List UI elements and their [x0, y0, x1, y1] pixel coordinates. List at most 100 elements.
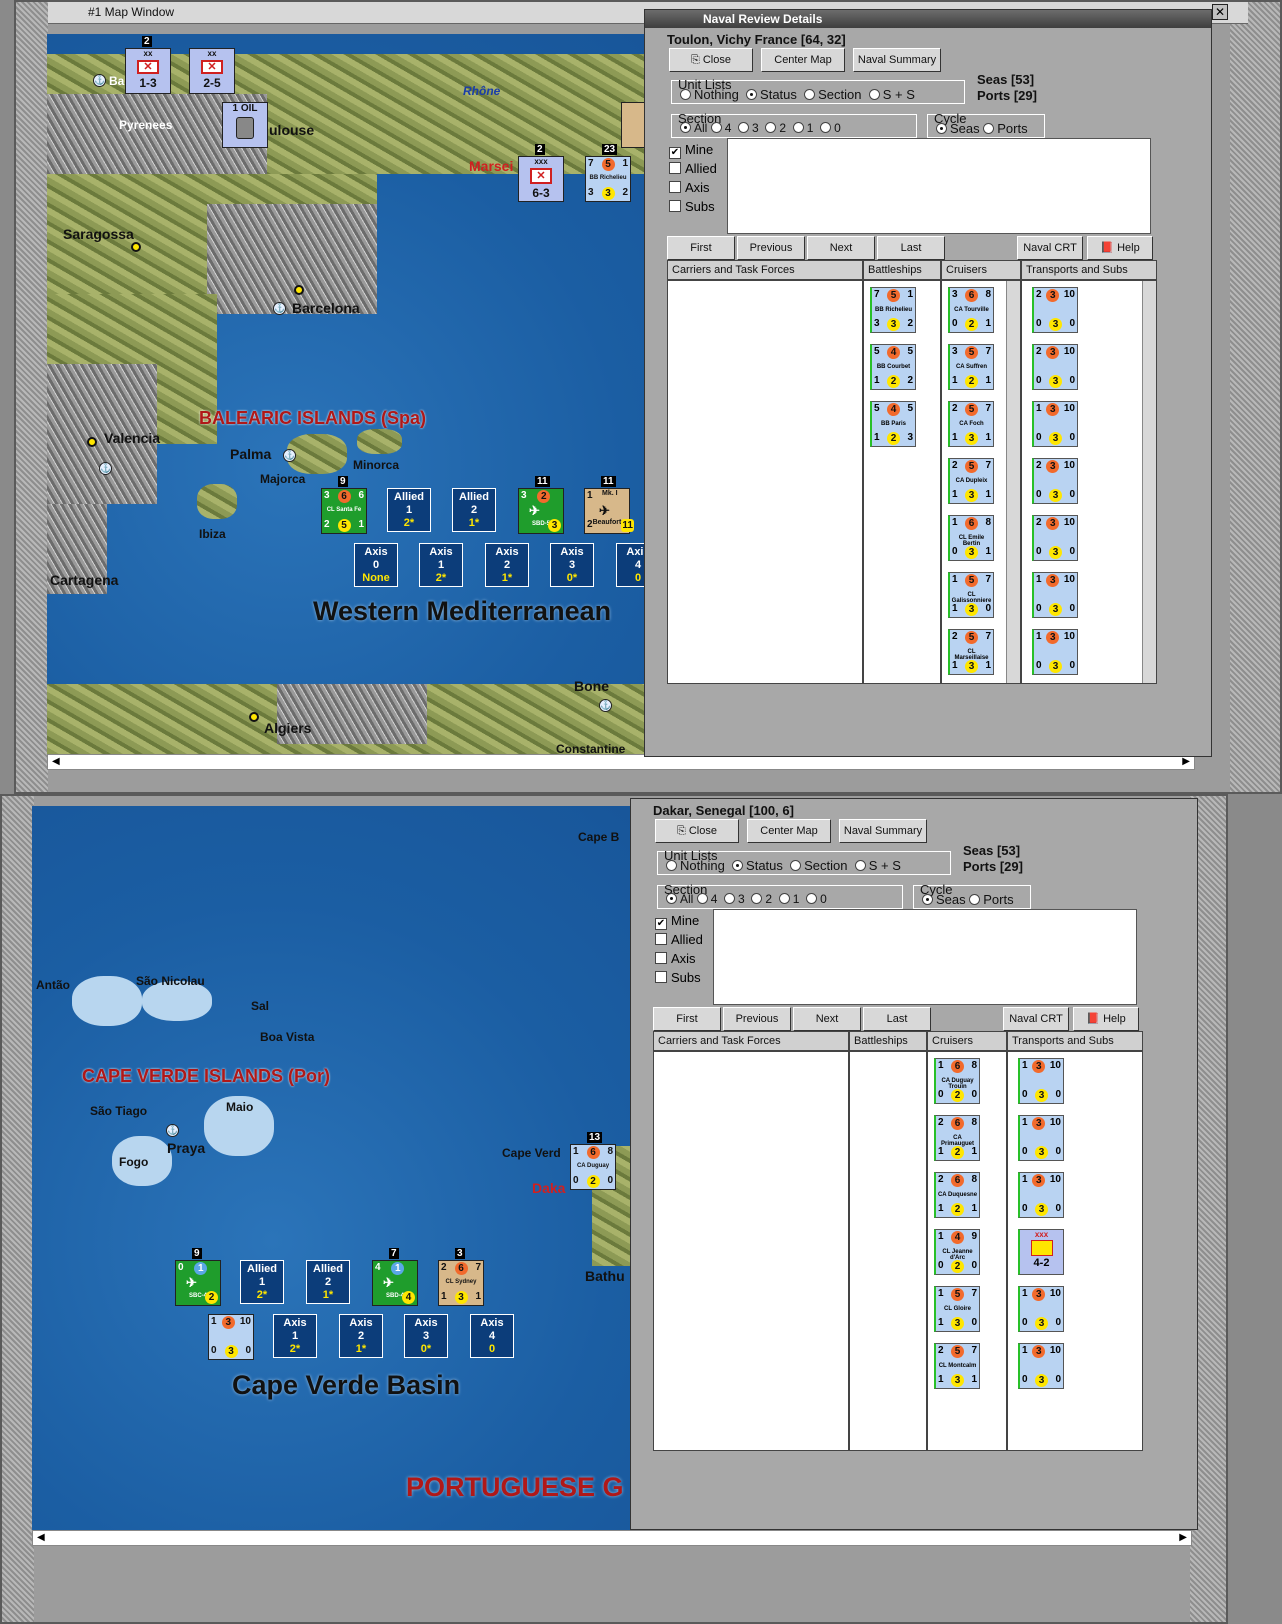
air-counter-sbc4[interactable]: 9 01 ✈ SBC-4 2: [175, 1248, 221, 1306]
radio-section-0[interactable]: 0: [820, 121, 841, 135]
naval-summary-button[interactable]: Naval Summary: [853, 48, 941, 72]
help-button[interactable]: 📕 Help: [1087, 236, 1153, 260]
carriers-column[interactable]: [653, 1051, 849, 1451]
air-counter-sbd4[interactable]: 7 41 ✈ SBD-4 4: [372, 1248, 418, 1306]
axis-box-1[interactable]: Axis 1 2*: [419, 543, 463, 587]
radio-section-2[interactable]: 2: [751, 892, 772, 906]
ship-counter-santa-fe[interactable]: 9 366 CL Santa Fe 251: [321, 476, 367, 534]
previous-button[interactable]: Previous: [723, 1007, 791, 1031]
cruiser-unit-counter[interactable]: 2 5 7 CL Marseillaise 1 3 1: [948, 629, 994, 675]
cruiser-unit-counter[interactable]: 1 5 7 CL Galissonniere 1 3 0: [948, 572, 994, 618]
oil-resource-counter[interactable]: 1 OIL: [222, 102, 268, 148]
transports-column[interactable]: 1 3 10 0 3 0 1 3 10 0 3 0 1 3 10 0 3 0 xxx 4-2 1 3 10 0 3 0 1 3 10 0 3…: [1007, 1051, 1143, 1451]
transports-column[interactable]: 2 3 10 0 3 0 2 3 10 0 3 0 1 3 10 0 3 0 2 3 10 0 3 0 2 3 10 0 3 0 1 3 10 0…: [1021, 280, 1157, 684]
naval-crt-button[interactable]: Naval CRT: [1003, 1007, 1069, 1031]
checkbox-axis[interactable]: Axis: [669, 178, 717, 197]
cruiser-unit-counter[interactable]: 2 5 7 CL Montcalm 1 3 1: [934, 1343, 980, 1389]
naval-crt-button[interactable]: Naval CRT: [1017, 236, 1083, 260]
transport-counter-map[interactable]: 1 3 10 030: [208, 1314, 254, 1360]
carriers-column[interactable]: [667, 280, 863, 684]
header-cruisers[interactable]: Cruisers: [941, 260, 1021, 280]
allied-box-2[interactable]: Allied 2 1*: [306, 1260, 350, 1304]
cruiser-unit-counter[interactable]: 3 5 7 CA Suffren 1 2 1: [948, 344, 994, 390]
top-naval-review-dialog[interactable]: Naval Review Details Toulon, Vichy Franc…: [644, 9, 1212, 757]
transport-unit-counter[interactable]: 2 3 10 0 3 0: [1032, 344, 1078, 390]
first-button[interactable]: First: [653, 1007, 721, 1031]
cruiser-unit-counter[interactable]: 3 6 8 CA Tourville 0 2 1: [948, 287, 994, 333]
radio-section-3[interactable]: 3: [738, 121, 759, 135]
radio-section-0[interactable]: 0: [806, 892, 827, 906]
radio-status[interactable]: Status: [746, 87, 797, 102]
naval-summary-button[interactable]: Naval Summary: [839, 819, 927, 843]
cruisers-column[interactable]: 3 6 8 CA Tourville 0 2 1 3 5 7 CA Suffren 1 2 1 2 5 7 CA …: [941, 280, 1021, 684]
header-carriers[interactable]: Carriers and Task Forces: [653, 1031, 849, 1051]
transport-unit-counter[interactable]: 1 3 10 0 3 0: [1018, 1343, 1064, 1389]
cruiser-unit-counter[interactable]: 1 5 7 CL Gloire 1 3 0: [934, 1286, 980, 1332]
axis-box-2[interactable]: Axis 2 1*: [485, 543, 529, 587]
radio-section-all[interactable]: All: [666, 892, 693, 906]
air-counter-beaufort[interactable]: 11 1 Mk. I ✈ 2 Beaufort 11: [584, 476, 634, 534]
close-button[interactable]: ⎘ Close: [669, 48, 753, 72]
bottom-map-hscroll[interactable]: ◀ ▶: [32, 1530, 1192, 1546]
scroll-right-icon[interactable]: ▶: [1182, 756, 1190, 767]
battleships-column[interactable]: 7 5 1 BB Richelieu 3 3 2 5 4 5 BB Courbet 1 2 2 5 4 5 BB …: [863, 280, 941, 684]
cruiser-unit-counter[interactable]: 2 6 8 CA Duquesne 1 2 1: [934, 1172, 980, 1218]
battleship-unit-counter[interactable]: 7 5 1 BB Richelieu 3 3 2: [870, 287, 916, 333]
ship-counter-sydney[interactable]: 3 267 CL Sydney 131: [438, 1248, 484, 1306]
checkbox-axis[interactable]: Axis: [655, 949, 703, 968]
radio-section-1[interactable]: 1: [792, 121, 813, 135]
air-counter-sbd5[interactable]: 11 32 ✈ SBD-5 3: [518, 476, 564, 534]
scroll-left-icon[interactable]: ◀: [37, 1532, 45, 1543]
battleship-unit-counter[interactable]: 5 4 5 BB Paris 1 2 3: [870, 401, 916, 447]
transports-scrollbar[interactable]: [1142, 281, 1156, 683]
checkbox-allied[interactable]: Allied: [669, 159, 717, 178]
header-cruisers[interactable]: Cruisers: [927, 1031, 1007, 1051]
axis-box-0[interactable]: Axis 0 None: [354, 543, 398, 587]
previous-button[interactable]: Previous: [737, 236, 805, 260]
transport-unit-counter[interactable]: 1 3 10 0 3 0: [1018, 1286, 1064, 1332]
radio-section-4[interactable]: 4: [696, 892, 717, 906]
radio-section-1[interactable]: 1: [778, 892, 799, 906]
radio-section-all[interactable]: All: [680, 121, 707, 135]
radio-cycle-ports[interactable]: Ports: [969, 892, 1014, 907]
checkbox-mine[interactable]: ✔ Mine: [669, 140, 717, 159]
transport-unit-counter[interactable]: 2 3 10 0 3 0: [1032, 515, 1078, 561]
radio-s-plus-s[interactable]: S + S: [868, 87, 915, 102]
header-transports[interactable]: Transports and Subs: [1021, 260, 1157, 280]
next-button[interactable]: Next: [793, 1007, 861, 1031]
help-button[interactable]: 📕 Help: [1073, 1007, 1139, 1031]
axis-box-2[interactable]: Axis 2 1*: [339, 1314, 383, 1358]
cruiser-unit-counter[interactable]: 1 6 8 CL Emile Bertin 0 3 1: [948, 515, 994, 561]
ship-counter-richelieu[interactable]: 23 751 BB Richelieu 332: [585, 144, 631, 202]
army-counter-2-5[interactable]: xx ✕ 2-5: [189, 48, 235, 94]
header-carriers[interactable]: Carriers and Task Forces: [667, 260, 863, 280]
cruisers-column[interactable]: 1 6 8 CA Duguay Trouin 0 2 0 2 6 8 CA Primauguet 1 2…: [927, 1051, 1007, 1451]
transport-unit-counter[interactable]: 1 3 10 0 3 0: [1032, 629, 1078, 675]
radio-nothing[interactable]: Nothing: [680, 87, 739, 102]
first-button[interactable]: First: [667, 236, 735, 260]
axis-box-3[interactable]: Axis 3 0*: [550, 543, 594, 587]
radio-section-4[interactable]: 4: [710, 121, 731, 135]
scroll-right-icon[interactable]: ▶: [1179, 1532, 1187, 1543]
next-button[interactable]: Next: [807, 236, 875, 260]
transport-unit-counter[interactable]: 1 3 10 0 3 0: [1032, 401, 1078, 447]
radio-status[interactable]: Status: [732, 858, 783, 873]
cruisers-scrollbar[interactable]: [1006, 281, 1020, 683]
checkbox-subs[interactable]: Subs: [655, 968, 703, 987]
radio-section-2[interactable]: 2: [765, 121, 786, 135]
cruiser-unit-counter[interactable]: 2 5 7 CA Foch 1 3 1: [948, 401, 994, 447]
transport-unit-counter[interactable]: 1 3 10 0 3 0: [1032, 572, 1078, 618]
checkbox-allied[interactable]: Allied: [655, 930, 703, 949]
bottom-naval-review-dialog[interactable]: Dakar, Senegal [100, 6] ⎘ Close Center M…: [630, 798, 1198, 1530]
cruiser-unit-counter[interactable]: 2 5 7 CA Dupleix 1 3 1: [948, 458, 994, 504]
center-map-button[interactable]: Center Map: [761, 48, 845, 72]
battleships-column[interactable]: [849, 1051, 927, 1451]
window-close-icon[interactable]: ✕: [1212, 4, 1228, 20]
transport-unit-counter[interactable]: 1 3 10 0 3 0: [1018, 1115, 1064, 1161]
header-battleships[interactable]: Battleships: [849, 1031, 927, 1051]
radio-section-3[interactable]: 3: [724, 892, 745, 906]
allied-box-1[interactable]: Allied 1 2*: [387, 488, 431, 532]
center-map-button[interactable]: Center Map: [747, 819, 831, 843]
axis-box-1[interactable]: Axis 1 2*: [273, 1314, 317, 1358]
radio-cycle-ports[interactable]: Ports: [983, 121, 1028, 136]
